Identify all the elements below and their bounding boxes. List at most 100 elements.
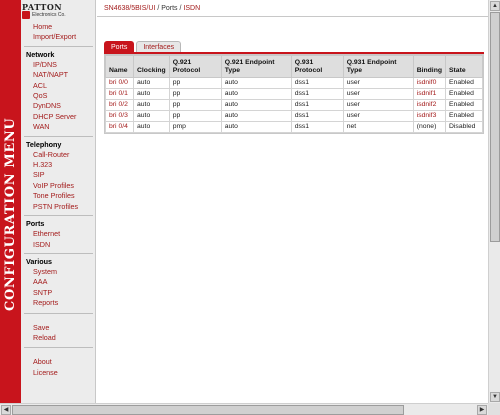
state-cell: Enabled bbox=[445, 88, 483, 100]
sidebar-item-qos[interactable]: QoS bbox=[21, 91, 96, 101]
column-header-state: State bbox=[445, 55, 483, 78]
horizontal-scrollbar[interactable]: ◀ ▶ bbox=[0, 403, 488, 415]
sidebar-item-home[interactable]: Home bbox=[21, 22, 96, 32]
sidebar-section-ports: Ports bbox=[26, 219, 45, 229]
sidebar-item-sip[interactable]: SIP bbox=[21, 170, 96, 180]
port-name-link[interactable]: bri 0/3 bbox=[105, 110, 134, 122]
port-name-link[interactable]: bri 0/4 bbox=[105, 121, 134, 133]
sidebar-item-wan[interactable]: WAN bbox=[21, 122, 96, 132]
scrollbar-corner bbox=[488, 403, 500, 415]
clocking-cell: auto bbox=[133, 121, 170, 133]
arrow-left-icon[interactable]: ◀ bbox=[1, 405, 11, 415]
column-header-q921-protocol: Q.921 Protocol bbox=[168, 55, 222, 78]
sidebar-divider bbox=[24, 135, 93, 137]
breadcrumb-section[interactable]: Ports bbox=[161, 5, 177, 12]
sidebar-divider bbox=[24, 347, 93, 349]
sidebar-section-various: Various bbox=[26, 256, 52, 266]
table-row: bri 0/4 auto pmp auto dss1 net (none) Di… bbox=[105, 121, 483, 133]
isdn-ports-panel: Name Clocking Q.921 Protocol Q.921 Endpo… bbox=[104, 54, 484, 134]
clocking-cell: auto bbox=[133, 110, 170, 122]
config-menu-band: CONFIGURATION MENU bbox=[0, 0, 21, 403]
sidebar-item-h323[interactable]: H.323 bbox=[21, 160, 96, 170]
sidebar: PATTON Electronics Co. Home Import/Expor… bbox=[21, 0, 96, 403]
q931-protocol-cell: dss1 bbox=[290, 88, 344, 100]
q921-endpoint-cell: auto bbox=[220, 99, 292, 111]
vertical-scrollbar[interactable]: ▲ ▼ bbox=[488, 0, 500, 403]
column-header-clocking: Clocking bbox=[133, 55, 170, 78]
table-header-row: Name Clocking Q.921 Protocol Q.921 Endpo… bbox=[105, 55, 483, 78]
binding-link[interactable]: isdnif3 bbox=[412, 110, 447, 122]
arrow-up-icon[interactable]: ▲ bbox=[490, 1, 500, 11]
table-row: bri 0/3 auto pp auto dss1 user isdnif3 E… bbox=[105, 110, 483, 122]
q921-endpoint-cell: auto bbox=[220, 121, 292, 133]
isdn-ports-table: Name Clocking Q.921 Protocol Q.921 Endpo… bbox=[105, 55, 483, 133]
sidebar-divider bbox=[24, 252, 93, 254]
state-cell: Enabled bbox=[445, 110, 483, 122]
state-cell: Disabled bbox=[445, 121, 483, 133]
sidebar-item-import-export[interactable]: Import/Export bbox=[21, 32, 96, 42]
arrow-down-icon[interactable]: ▼ bbox=[490, 392, 500, 402]
sidebar-item-dyndns[interactable]: DynDNS bbox=[21, 101, 96, 111]
q921-protocol-cell: pp bbox=[168, 110, 222, 122]
column-header-q931-protocol: Q.931 Protocol bbox=[290, 55, 344, 78]
sidebar-section-telephony: Telephony bbox=[26, 139, 62, 149]
binding-link[interactable]: isdnif2 bbox=[412, 99, 447, 111]
sidebar-divider bbox=[24, 312, 93, 314]
clocking-cell: auto bbox=[133, 99, 170, 111]
sidebar-item-ethernet[interactable]: Ethernet bbox=[21, 229, 96, 239]
logo-mark-icon bbox=[22, 11, 30, 19]
config-menu-title: CONFIGURATION MENU bbox=[3, 117, 18, 311]
sidebar-item-aaa[interactable]: AAA bbox=[21, 277, 96, 287]
binding-cell: (none) bbox=[412, 121, 447, 133]
sidebar-item-about[interactable]: About bbox=[21, 357, 96, 367]
q931-endpoint-cell: user bbox=[342, 88, 414, 100]
sidebar-item-system[interactable]: System bbox=[21, 267, 96, 277]
q921-protocol-cell: pp bbox=[168, 99, 222, 111]
table-row: bri 0/2 auto pp auto dss1 user isdnif2 E… bbox=[105, 99, 483, 111]
sidebar-item-nat-napt[interactable]: NAT/NAPT bbox=[21, 70, 96, 80]
vertical-scroll-thumb[interactable] bbox=[490, 12, 500, 242]
sidebar-item-dhcp-server[interactable]: DHCP Server bbox=[21, 112, 96, 122]
arrow-right-icon[interactable]: ▶ bbox=[477, 405, 487, 415]
header-divider bbox=[97, 16, 488, 17]
q931-endpoint-cell: user bbox=[342, 99, 414, 111]
sidebar-item-save[interactable]: Save bbox=[21, 323, 96, 333]
q931-endpoint-cell: net bbox=[342, 121, 414, 133]
table-row: bri 0/0 auto pp auto dss1 user isdnif0 E… bbox=[105, 77, 483, 89]
q931-endpoint-cell: user bbox=[342, 110, 414, 122]
sidebar-item-voip-profiles[interactable]: VoIP Profiles bbox=[21, 181, 96, 191]
sidebar-item-sntp[interactable]: SNTP bbox=[21, 288, 96, 298]
clocking-cell: auto bbox=[133, 77, 170, 89]
q921-protocol-cell: pp bbox=[168, 77, 222, 89]
breadcrumb-device[interactable]: SN4638/5BIS/UI bbox=[104, 5, 155, 12]
horizontal-scroll-thumb[interactable] bbox=[12, 405, 404, 415]
sidebar-item-acl[interactable]: ACL bbox=[21, 81, 96, 91]
q921-protocol-cell: pp bbox=[168, 88, 222, 100]
column-header-q921-endpoint-type: Q.921 Endpoint Type bbox=[220, 55, 292, 78]
sidebar-item-ip-dns[interactable]: IP/DNS bbox=[21, 60, 96, 70]
sidebar-item-call-router[interactable]: Call-Router bbox=[21, 150, 96, 160]
sidebar-item-isdn[interactable]: ISDN bbox=[21, 240, 96, 250]
table-row: bri 0/1 auto pp auto dss1 user isdnif1 E… bbox=[105, 88, 483, 100]
sidebar-item-license[interactable]: License bbox=[21, 368, 96, 378]
state-cell: Enabled bbox=[445, 99, 483, 111]
clocking-cell: auto bbox=[133, 88, 170, 100]
binding-link[interactable]: isdnif0 bbox=[412, 77, 447, 89]
q921-endpoint-cell: auto bbox=[220, 110, 292, 122]
q931-protocol-cell: dss1 bbox=[290, 110, 344, 122]
port-name-link[interactable]: bri 0/0 bbox=[105, 77, 134, 89]
sidebar-divider bbox=[24, 45, 93, 47]
sidebar-divider bbox=[24, 215, 93, 217]
sidebar-item-reports[interactable]: Reports bbox=[21, 298, 96, 308]
q921-endpoint-cell: auto bbox=[220, 88, 292, 100]
port-name-link[interactable]: bri 0/2 bbox=[105, 99, 134, 111]
logo-tagline: Electronics Co. bbox=[32, 12, 66, 18]
sidebar-item-pstn-profiles[interactable]: PSTN Profiles bbox=[21, 202, 96, 212]
column-header-name: Name bbox=[105, 55, 134, 78]
sidebar-item-reload[interactable]: Reload bbox=[21, 333, 96, 343]
q921-endpoint-cell: auto bbox=[220, 77, 292, 89]
port-name-link[interactable]: bri 0/1 bbox=[105, 88, 134, 100]
sidebar-item-tone-profiles[interactable]: Tone Profiles bbox=[21, 191, 96, 201]
binding-link[interactable]: isdnif1 bbox=[412, 88, 447, 100]
q931-protocol-cell: dss1 bbox=[290, 99, 344, 111]
